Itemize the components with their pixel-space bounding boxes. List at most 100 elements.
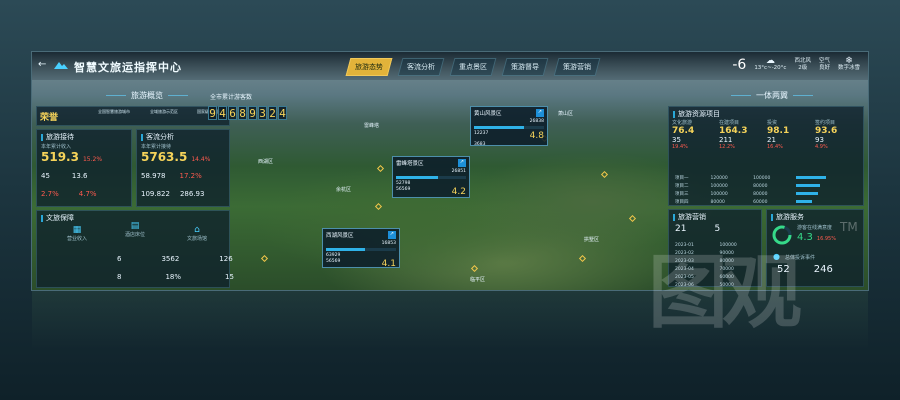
tourism-big-value: 519.3 [41,150,79,164]
culture-item: 营业收入 [66,236,87,242]
map-marker[interactable] [376,164,385,173]
popup-total: 26838 [529,119,544,124]
museum-icon: ⌂ [194,225,200,235]
tourism-value: 13.6 [71,172,88,180]
counter-digit: 6 [228,106,237,120]
map-place-label[interactable]: 雷峰塔 [364,122,379,129]
flow-pct: 17.2% [179,172,202,180]
map-marker[interactable] [600,170,609,179]
dashboard-screen: ← 智慧文旅运指挥中心 旅游态势 客流分析 重点景区 策游督导 策游营销 -6 … [32,52,868,290]
culture-title: 文旅保障 [46,214,74,222]
snowflake-icon: ❄ [845,56,853,66]
map-place-label[interactable]: 萧山区 [558,110,573,117]
nav-tabs: 旅游态势 客流分析 重点景区 策游督导 策游营销 [345,58,601,76]
culture-value: 3562 [161,255,180,263]
resource-pct: 16.4% [767,144,783,150]
map-marker[interactable] [470,264,479,273]
scenic-popup[interactable]: 西湖风景区 ↗ 16853 63929 56569 4.1 [322,228,400,269]
tab-key-scenic[interactable]: 重点景区 [449,58,497,76]
counter-label: 全市累计游客数 [210,94,253,101]
resource-big: 98.1 [767,126,790,136]
popup-title: 雷峰塔景区 [396,161,424,167]
counter-digit: 4 [218,106,227,120]
weather-range-block: ☁ 13°c~-20°c [754,56,787,72]
resource-pct: 12.2% [719,144,735,150]
service-pct: 16.95% [816,236,836,242]
map-marker[interactable] [628,214,637,223]
resource-table: 项目一 120000 100000 项目二 100000 80000 项目三 100000… [671,173,861,207]
complaint-sub: 246 [813,264,833,275]
marketing-title: 旅游营销 [678,213,706,221]
popup-value: 63929 [326,253,341,258]
list-item[interactable]: 2023-03 80000 [673,258,757,264]
tab-visitor-analysis[interactable]: 客流分析 [397,58,445,76]
tab-tourism-status[interactable]: 旅游态势 [345,58,393,76]
marketing-panel: 旅游营销 21 5 2023-01 100000 2023-02 90000 202… [668,209,762,290]
popup-value: 56569 [396,187,411,192]
popup-value: 12237 [474,131,489,136]
resource-panel: 旅游资源项目 文化旅游 76.4 35 19.4% 在建项目 164.3 211… [668,106,864,206]
map-marker[interactable] [374,202,383,211]
flow-big-pct: 14.4% [191,156,211,163]
mountain-logo-icon [54,62,68,69]
map-place-label[interactable]: 拱墅区 [584,236,599,243]
popup-expand-icon[interactable]: ↗ [535,109,544,117]
flow-value: 109.822 [141,190,170,198]
map-place-label[interactable]: 余杭区 [336,186,351,193]
list-item[interactable]: 2023-04 70000 [673,266,757,272]
marketing-value: 21 [675,224,687,234]
flow-value: 58.978 [141,172,166,180]
table-row[interactable]: 项目四 80000 60000 [673,199,859,205]
popup-title: 西湖风景区 [326,233,354,239]
table-row[interactable]: 项目一 120000 100000 [673,175,859,181]
culture-panel: 文旅保障 ▦ 营业收入 ▤ 酒店床位 ⌂ 文旅场馆 6 3562 126 8 1… [36,210,234,288]
popup-expand-icon[interactable]: ↗ [457,159,466,167]
resource-label: 在建项目 [719,120,740,126]
table-row[interactable]: 项目二 100000 80000 [673,183,859,189]
scenic-popup[interactable]: 雷峰塔景区 ↗ 26851 52798 56569 4.2 [392,156,470,198]
complaint-label: 总体投诉事件 [785,255,816,261]
service-sub-label: 游客在线满意度 [797,225,833,231]
map-marker[interactable] [260,254,269,263]
list-item[interactable]: 2023-06 50000 [673,282,757,288]
table-row[interactable]: 项目三 100000 80000 [673,191,859,197]
wind-block: 西北风 2级 [794,58,811,71]
tourism-pct: 4.7% [78,190,97,198]
left-header: 旅游概览 [72,90,222,101]
honor-item: 全域旅游示范区 [150,109,178,114]
resource-label: 文化旅游 [672,120,693,126]
back-arrow-icon[interactable]: ← [38,59,46,70]
counter-digit: 3 [258,106,267,120]
app-badge[interactable]: ❄ 数字冰雪 [838,56,860,72]
popup-progress [474,126,544,129]
culture-value: 126 [219,255,233,263]
list-item[interactable]: 2023-02 90000 [673,250,757,256]
right-header: 一体两翼 [692,90,852,101]
resource-big: 164.3 [719,126,748,136]
tourism-big-pct: 15.2% [82,156,103,163]
map-marker[interactable] [578,254,587,263]
service-panel: 旅游服务 游客在线满意度 4.3 16.95% ● 总体投诉事件 52 246 [766,209,864,287]
temperature: -6 [732,57,747,73]
resource-sub: 211 [719,136,733,144]
counter-digit: 8 [238,106,247,120]
map-place-label[interactable]: 西湖区 [258,158,273,165]
air-block: 空气 良好 [818,58,830,71]
tab-supervision[interactable]: 策游督导 [501,58,549,76]
list-item[interactable]: 2023-01 100000 [673,242,757,248]
flow-sub-label: 本年累计接待 [141,144,172,150]
counter-digit: 9 [208,106,217,120]
flow-title: 客流分析 [146,133,174,141]
building-icon: ▦ [72,225,82,235]
scenic-popup[interactable]: 黄山风景区 ↗ 26838 12237 4.8 3683 [470,106,548,147]
popup-title: 黄山风景区 [474,111,502,117]
popup-score: 4.8 [529,131,544,141]
popup-progress [326,248,396,251]
map-place-label[interactable]: 临平区 [470,276,485,283]
app-title: 智慧文旅运指挥中心 [74,61,182,74]
popup-expand-icon[interactable]: ↗ [387,231,396,239]
tab-marketing[interactable]: 策游营销 [553,58,601,76]
list-item[interactable]: 2023-05 60000 [673,274,757,280]
culture-value: 18% [165,273,182,281]
marketing-list: 2023-01 100000 2023-02 90000 2023-03 80000 … [671,240,759,290]
